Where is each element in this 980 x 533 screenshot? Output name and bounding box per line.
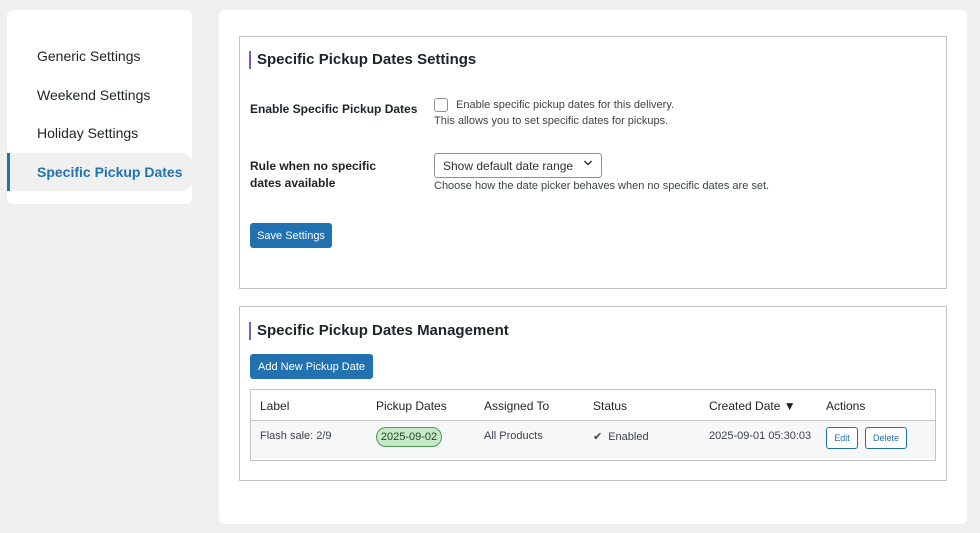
row-assigned-to: All Products: [484, 430, 543, 442]
enable-description: This allows you to set specific dates fo…: [434, 115, 669, 127]
settings-sidebar: Generic Settings Weekend Settings Holida…: [7, 10, 193, 204]
management-panel: Specific Pickup Dates Management Add New…: [239, 306, 947, 481]
row-label: Flash sale: 2/9: [260, 430, 332, 442]
add-new-pickup-date-button[interactable]: Add New Pickup Date: [250, 354, 373, 379]
column-header-status: Status: [593, 399, 628, 413]
pickup-date-badge: 2025-09-02: [376, 427, 442, 447]
column-header-actions: Actions: [826, 399, 866, 413]
sidebar-item-weekend-settings[interactable]: Weekend Settings: [7, 76, 192, 115]
pickup-dates-table: Label Pickup Dates Assigned To Status Cr…: [250, 389, 936, 461]
column-header-label: Label: [260, 399, 290, 413]
main-content: Specific Pickup Dates Settings Enable Sp…: [219, 10, 967, 524]
rule-description: Choose how the date picker behaves when …: [434, 180, 770, 192]
chevron-down-icon: [583, 158, 593, 171]
status-text: Enabled: [608, 430, 649, 443]
column-header-pickup-dates: Pickup Dates: [376, 399, 447, 413]
checkmark-icon: ✔: [593, 431, 603, 443]
delete-button[interactable]: Delete: [865, 427, 907, 449]
enable-specific-dates-label: Enable Specific Pickup Dates: [250, 102, 418, 116]
save-settings-button[interactable]: Save Settings: [250, 223, 332, 248]
rule-select-value: Show default date range: [443, 158, 574, 173]
sidebar-item-specific-pickup-dates[interactable]: Specific Pickup Dates: [7, 152, 193, 191]
row-created-date: 2025-09-01 05:30:03: [709, 430, 812, 442]
settings-panel-title: Specific Pickup Dates Settings: [249, 51, 476, 69]
sidebar-item-generic-settings[interactable]: Generic Settings: [7, 37, 192, 76]
sidebar-item-holiday-settings[interactable]: Holiday Settings: [7, 114, 192, 153]
row-status: ✔ Enabled: [593, 430, 649, 444]
edit-button[interactable]: Edit: [826, 427, 858, 449]
rule-no-dates-label: Rule when no specific dates available: [250, 159, 377, 190]
column-header-assigned-to: Assigned To: [484, 399, 550, 413]
enable-checkbox-row: Enable specific pickup dates for this de…: [434, 98, 674, 112]
enable-specific-dates-checkbox[interactable]: [434, 98, 448, 112]
management-panel-title: Specific Pickup Dates Management: [249, 322, 509, 340]
column-header-created-date[interactable]: Created Date ▼: [709, 399, 796, 413]
rule-select[interactable]: Show default date range: [434, 153, 602, 178]
enable-checkbox-text: Enable specific pickup dates for this de…: [456, 99, 675, 111]
settings-panel: Specific Pickup Dates Settings Enable Sp…: [239, 36, 947, 289]
